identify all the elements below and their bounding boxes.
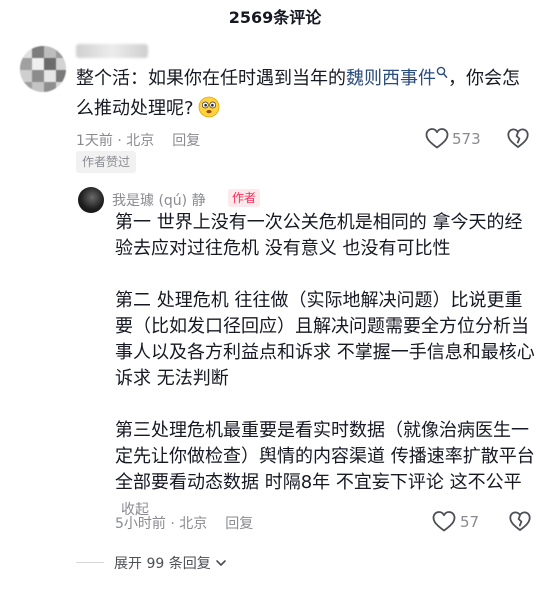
avatar[interactable] xyxy=(78,187,104,213)
avatar[interactable] xyxy=(20,46,66,92)
broken-heart-icon[interactable] xyxy=(506,126,530,150)
reply-paragraph-3: 第三处理危机最重要是看实时数据（就像治病医生一定先让你做检查）舆情的内容渠道 传… xyxy=(115,420,535,493)
heart-outline-icon[interactable] xyxy=(431,509,457,533)
heart-outline-icon[interactable] xyxy=(424,126,450,150)
comment-meta: 1天前 · 北京 回复 xyxy=(76,130,200,150)
comment-text: 整个活：如果你在任时遇到当年的魏则西事件 ，你会怎么推动处理呢? xyxy=(76,64,526,124)
reply-text: 第一 世界上没有一次公关危机是相同的 拿今天的经验去应对过往危机 没有意义 也没… xyxy=(115,210,535,523)
comments-count-title: 2569条评论 xyxy=(228,8,322,27)
comment-time-location: 1天前 · 北京 xyxy=(76,133,155,149)
expand-replies-label[interactable]: 展开 99 条回复 xyxy=(114,556,211,572)
reply-paragraph-1: 第一 世界上没有一次公关危机是相同的 拿今天的经验去应对过往危机 没有意义 也没… xyxy=(115,212,523,259)
expand-replies-button[interactable]: 展开 99 条回复 xyxy=(114,553,227,573)
author-badge: 作者 xyxy=(228,189,261,207)
like-count: 57 xyxy=(460,513,480,531)
search-link-text[interactable]: 魏则西事件 xyxy=(346,68,436,89)
thinking-face-emoji xyxy=(198,96,219,118)
divider xyxy=(76,562,104,563)
chevron-down-icon[interactable] xyxy=(215,558,227,568)
blurred-username[interactable] xyxy=(76,44,148,58)
comment-text-prefix: 整个活：如果你在任时遇到当年的 xyxy=(76,68,346,89)
reply-paragraph-3-wrapper: 第三处理危机最重要是看实时数据（就像治病医生一定先让你做检查）舆情的内容渠道 传… xyxy=(115,418,535,523)
reply-time-location: 5小时前 · 北京 xyxy=(115,516,208,532)
reply-meta: 5小时前 · 北京 回复 xyxy=(115,513,253,533)
reply-username[interactable]: 我是璩 (qú) 静 xyxy=(112,190,206,210)
reply-button[interactable]: 回复 xyxy=(172,133,200,149)
reply-button[interactable]: 回复 xyxy=(225,516,253,532)
search-icon[interactable] xyxy=(436,66,448,80)
like-count: 573 xyxy=(452,130,481,148)
reply-paragraph-2: 第二 处理危机 往往做（实际地解决问题）比说更重要（比如发口径回应）且解决问题需… xyxy=(115,290,535,389)
author-liked-badge: 作者赞过 xyxy=(76,151,137,173)
search-link[interactable]: 魏则西事件 xyxy=(346,66,448,89)
broken-heart-icon[interactable] xyxy=(508,509,532,533)
